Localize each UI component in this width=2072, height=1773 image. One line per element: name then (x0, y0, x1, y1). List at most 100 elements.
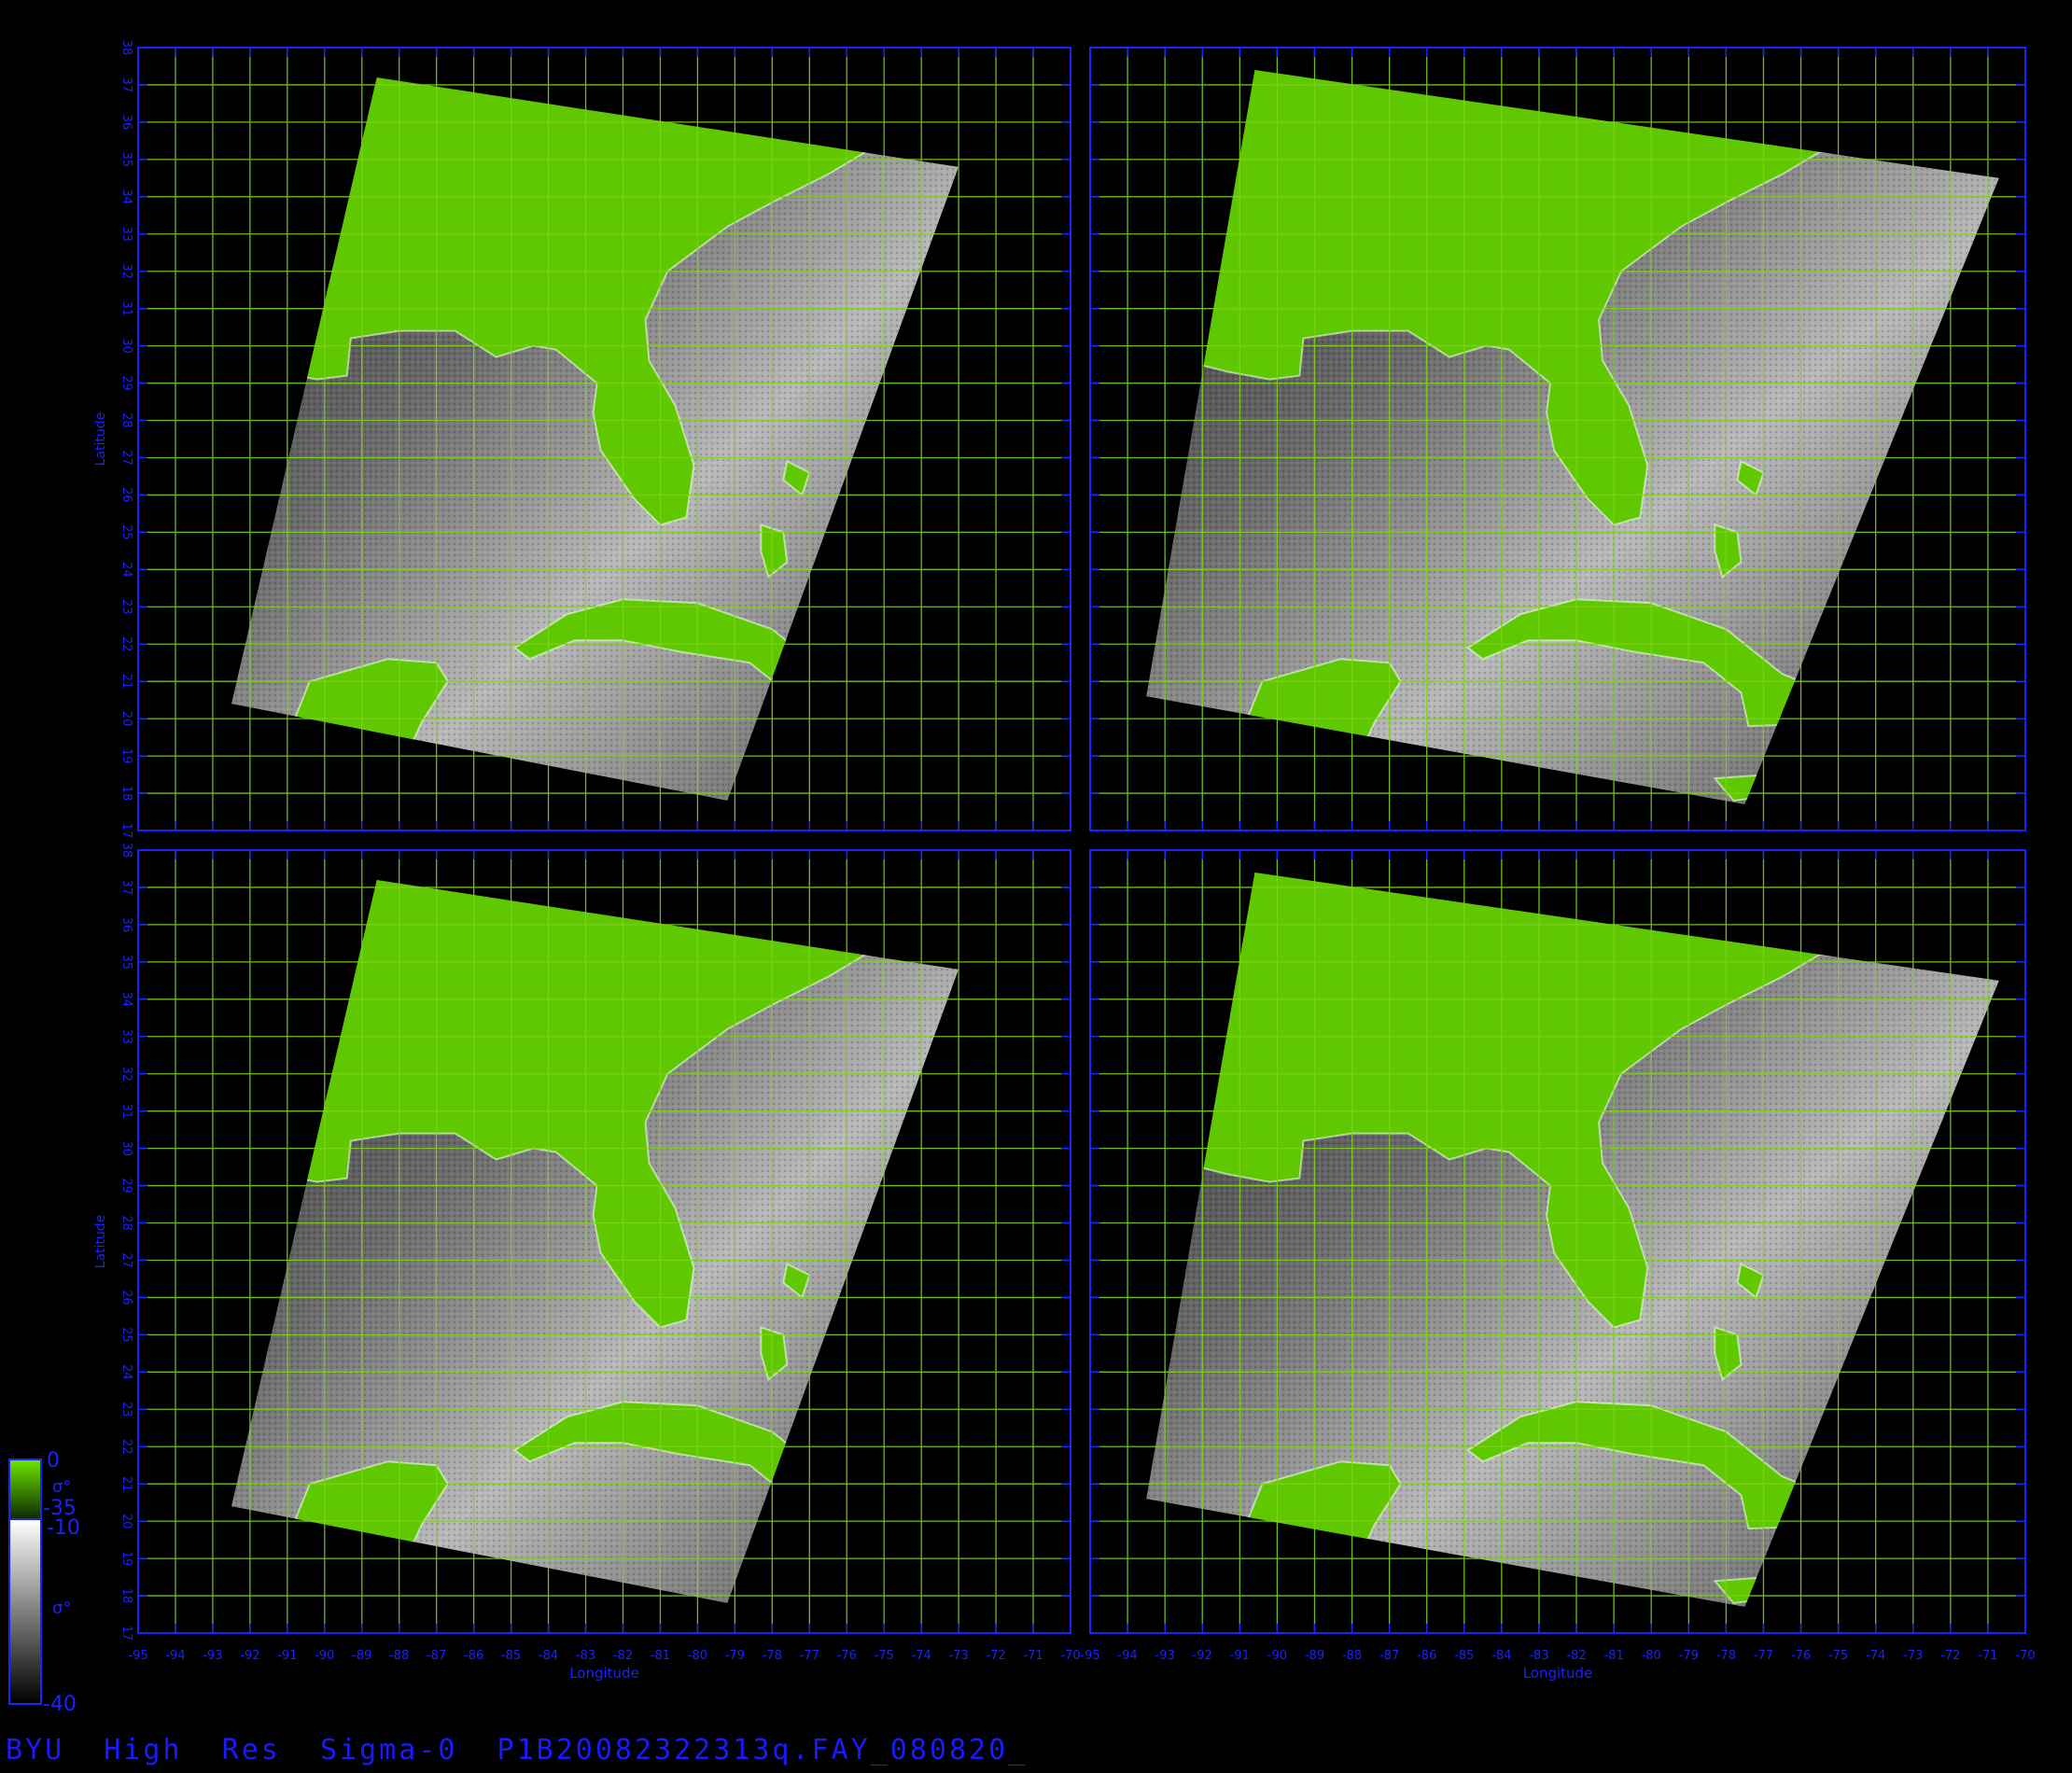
lat-tick-label: 32 (119, 1066, 133, 1082)
lat-tick-label: 26 (119, 487, 133, 503)
swath-image (231, 77, 959, 801)
lon-tick-label: -84 (539, 1649, 558, 1663)
lat-tick-label: 20 (119, 1514, 133, 1529)
lat-tick-label: 32 (119, 263, 133, 279)
x-axis-label: Longitude (569, 1665, 639, 1682)
lat-tick-label: 34 (119, 992, 133, 1008)
lon-tick-label: -73 (949, 1649, 969, 1663)
lat-tick-label: 30 (119, 1140, 133, 1156)
lon-tick-label: -78 (1716, 1649, 1736, 1663)
lat-tick-label: 27 (119, 1252, 133, 1268)
lat-tick-label: 37 (119, 880, 133, 896)
lon-tick-label: -90 (1267, 1649, 1287, 1663)
swath-image (1146, 70, 1999, 804)
map-panel-top-right (1089, 47, 2026, 831)
map-panel-bottom-left: 17 18 19 20 21 22 23 24 25 26 27 28 29 30 31 32 33 34 35 36… (93, 843, 1081, 1682)
lon-tick-label: -82 (613, 1649, 633, 1663)
lon-tick-label: -87 (427, 1649, 446, 1663)
lon-tick-label: -86 (1417, 1649, 1436, 1663)
lat-tick-label: 28 (119, 412, 133, 428)
lon-tick-label: -95 (128, 1649, 147, 1663)
lon-tick-label: -88 (389, 1649, 409, 1663)
lat-tick-label: 19 (119, 1551, 133, 1567)
lat-tick-label: 30 (119, 338, 133, 354)
lat-tick-label: 23 (119, 1402, 133, 1417)
lon-tick-label: -93 (203, 1649, 222, 1663)
lon-tick-label: -89 (1305, 1649, 1324, 1663)
lon-tick-label: -73 (1903, 1649, 1923, 1663)
lon-tick-label: -80 (1642, 1649, 1661, 1663)
lat-tick-label: 22 (119, 1439, 133, 1455)
lon-tick-label: -91 (1230, 1649, 1250, 1663)
lon-tick-label: -70 (2015, 1649, 2035, 1663)
lon-tick-label: -72 (986, 1649, 1005, 1663)
lat-tick-label: 21 (119, 674, 133, 690)
lon-tick-label: -77 (800, 1649, 819, 1663)
lon-tick-label: -94 (1117, 1649, 1137, 1663)
lon-tick-label: -89 (352, 1649, 371, 1663)
lat-tick-label: 36 (119, 917, 133, 933)
map-figure: 17 18 19 20 21 22 23 24 25 26 27 28 29 30 31 32 33 34 35 36… (8, 40, 2036, 1705)
lat-tick-label: 23 (119, 599, 133, 615)
lat-tick-label: 20 (119, 711, 133, 727)
map-panel-bottom-right: -95 -94 -93 -92 -91 -90 -89 -88 -87 -86 -85 -84 -83 -… (1080, 849, 2036, 1682)
lon-tick-label: -74 (912, 1649, 931, 1663)
lon-tick-label: -92 (1193, 1649, 1212, 1663)
lon-tick-label: -84 (1491, 1649, 1511, 1663)
y-axis-label: Latitude (93, 412, 108, 467)
lat-tick-label: 17 (119, 1626, 133, 1641)
lon-tick-label: -85 (501, 1649, 521, 1663)
lon-tick-label: -86 (464, 1649, 483, 1663)
lat-tick-label: 33 (119, 226, 133, 242)
lat-tick-label: 24 (119, 1364, 133, 1380)
lat-tick-label: 38 (119, 40, 133, 56)
lon-tick-label: -92 (240, 1649, 259, 1663)
lat-tick-label: 22 (119, 636, 133, 652)
lat-tick-label: 21 (119, 1476, 133, 1492)
lon-tick-label: -71 (1978, 1649, 1997, 1663)
lon-tick-label: -74 (1866, 1649, 1885, 1663)
y-axis-label: Latitude (93, 1215, 108, 1269)
lon-tick-label: -93 (1155, 1649, 1175, 1663)
lat-tick-label: 36 (119, 115, 133, 131)
lon-tick-label: -83 (1529, 1649, 1548, 1663)
lon-tick-label: -80 (688, 1649, 707, 1663)
lon-tick-label: -83 (576, 1649, 595, 1663)
lat-tick-label: 31 (119, 300, 133, 316)
lat-tick-label: 33 (119, 1028, 133, 1044)
colorbar-ocean-top-label: -10 (47, 1516, 80, 1540)
lat-tick-label: 37 (119, 77, 133, 93)
lon-tick-label: -77 (1754, 1649, 1773, 1663)
lat-tick-label: 18 (119, 786, 133, 802)
lon-tick-label: -95 (1080, 1649, 1099, 1663)
lat-tick-label: 35 (119, 152, 133, 168)
lat-tick-label: 27 (119, 450, 133, 466)
lon-tick-label: -88 (1342, 1649, 1362, 1663)
lat-tick-label: 19 (119, 748, 133, 764)
lon-tick-label: -85 (1454, 1649, 1474, 1663)
swath-image (231, 880, 959, 1603)
lon-tick-label: -79 (725, 1649, 745, 1663)
swath-image (1146, 873, 1999, 1607)
lat-tick-label: 29 (119, 375, 133, 391)
lon-tick-label: -82 (1566, 1649, 1586, 1663)
lon-tick-label: -81 (651, 1649, 670, 1663)
lat-tick-label: 24 (119, 562, 133, 578)
lon-tick-label: -94 (165, 1649, 185, 1663)
lon-tick-label: -79 (1679, 1649, 1699, 1663)
colorbar-land-symbol: σ° (52, 1477, 72, 1497)
map-panel-top-left: 17 18 19 20 21 22 23 24 25 26 27 28 29 30 31 32 33 34 35 36… (93, 40, 1071, 838)
lat-tick-label: 38 (119, 843, 133, 859)
lat-tick-label: 25 (119, 1327, 133, 1343)
colorbar (8, 1459, 42, 1705)
lat-tick-label: 35 (119, 955, 133, 970)
lat-tick-label: 26 (119, 1290, 133, 1305)
lon-tick-label: -71 (1023, 1649, 1043, 1663)
lon-tick-label: -76 (1791, 1649, 1811, 1663)
x-axis-label: Longitude (1523, 1665, 1593, 1682)
lon-tick-label: -76 (837, 1649, 857, 1663)
lon-tick-label: -91 (277, 1649, 297, 1663)
lon-tick-label: -75 (875, 1649, 894, 1663)
colorbar-land-top-label: 0 (47, 1449, 60, 1473)
lon-tick-label: -72 (1940, 1649, 1960, 1663)
